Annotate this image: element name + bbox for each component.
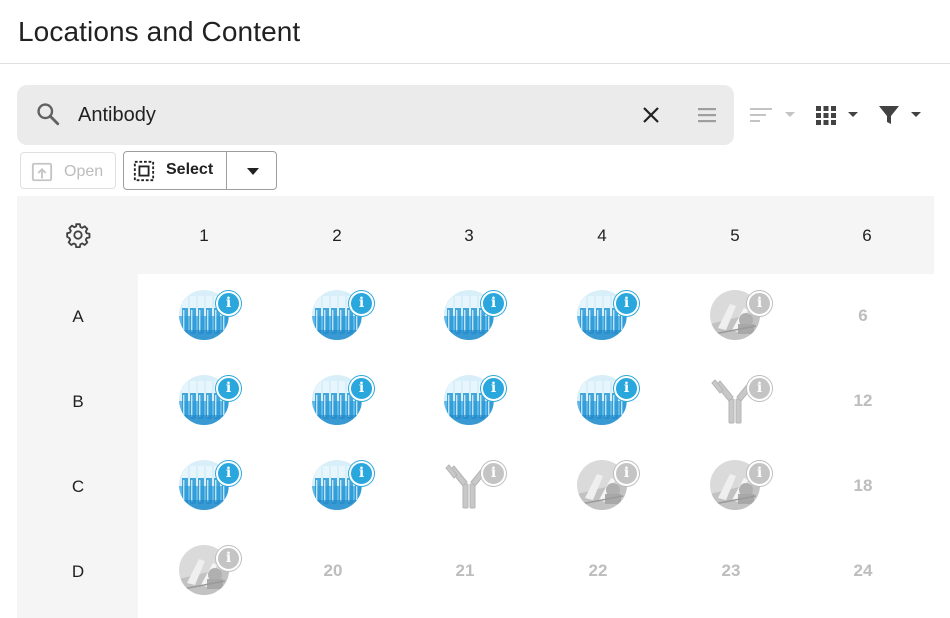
- info-icon[interactable]: i: [747, 291, 772, 316]
- grid-cell[interactable]: 24: [798, 529, 928, 613]
- column-label: 1: [199, 226, 209, 245]
- grid-cell[interactable]: i: [135, 274, 265, 358]
- grid-cell[interactable]: i: [268, 274, 398, 358]
- grid-cell[interactable]: i: [268, 444, 398, 528]
- page-title: Locations and Content: [18, 16, 301, 47]
- info-icon[interactable]: i: [481, 291, 506, 316]
- column-label: 4: [597, 226, 607, 245]
- grid-cell[interactable]: 6: [798, 274, 928, 358]
- grid-cell[interactable]: i: [533, 274, 663, 358]
- select-all-icon: [133, 160, 155, 182]
- close-icon[interactable]: [639, 103, 663, 127]
- info-icon[interactable]: i: [349, 376, 374, 401]
- chevron-down-icon: [785, 112, 795, 117]
- grid-cell[interactable]: 12: [798, 359, 928, 443]
- info-icon[interactable]: i: [614, 461, 639, 486]
- column-label: 2: [332, 226, 342, 245]
- grid-cell[interactable]: 20: [268, 529, 398, 613]
- select-split-button: Select: [123, 151, 277, 190]
- search-icon: [37, 103, 60, 126]
- open-label: Open: [64, 163, 104, 180]
- filter-button[interactable]: [877, 99, 925, 131]
- grid-view-icon: [816, 106, 836, 125]
- info-icon[interactable]: i: [349, 461, 374, 486]
- empty-position-number: 23: [721, 561, 741, 580]
- row-label: A: [72, 307, 84, 326]
- grid-cell[interactable]: i: [666, 359, 796, 443]
- open-button[interactable]: Open: [20, 152, 116, 189]
- grid-cell[interactable]: i: [400, 274, 530, 358]
- info-icon[interactable]: i: [481, 461, 506, 486]
- column-label: 3: [464, 226, 474, 245]
- empty-position-number: 18: [853, 476, 873, 495]
- grid-cell[interactable]: i: [666, 274, 796, 358]
- grid-cell[interactable]: i: [135, 359, 265, 443]
- sort-icon: [750, 108, 772, 122]
- info-icon[interactable]: i: [747, 461, 772, 486]
- select-label: Select: [166, 161, 214, 178]
- info-icon[interactable]: i: [481, 376, 506, 401]
- info-icon[interactable]: i: [747, 376, 772, 401]
- info-icon[interactable]: i: [216, 546, 241, 571]
- info-icon[interactable]: i: [349, 291, 374, 316]
- select-button[interactable]: Select: [124, 152, 227, 189]
- filter-icon: [879, 106, 899, 124]
- grid-cell[interactable]: i: [400, 444, 530, 528]
- page-header: Locations and Content: [0, 0, 950, 64]
- sort-button[interactable]: [748, 99, 798, 131]
- info-icon[interactable]: i: [216, 461, 241, 486]
- gear-icon[interactable]: [65, 222, 91, 248]
- search-input[interactable]: [78, 101, 618, 129]
- grid-cell[interactable]: i: [268, 359, 398, 443]
- column-label: 5: [730, 226, 740, 245]
- grid-cell[interactable]: 18: [798, 444, 928, 528]
- info-icon[interactable]: i: [216, 376, 241, 401]
- view-mode-button[interactable]: [814, 99, 862, 131]
- empty-position-number: 12: [853, 391, 873, 410]
- empty-position-number: 6: [858, 306, 868, 325]
- chevron-down-icon: [848, 112, 858, 117]
- open-icon: [31, 162, 53, 182]
- grid-cell[interactable]: i: [135, 529, 265, 613]
- row-label: D: [71, 562, 85, 581]
- row-label: C: [71, 477, 85, 496]
- info-icon[interactable]: i: [216, 291, 241, 316]
- grid-cell[interactable]: i: [666, 444, 796, 528]
- empty-position-number: 22: [588, 561, 608, 580]
- grid-cell[interactable]: i: [533, 444, 663, 528]
- grid-cell[interactable]: 22: [533, 529, 663, 613]
- chevron-down-icon: [247, 168, 259, 175]
- row-label: B: [72, 392, 84, 411]
- info-icon[interactable]: i: [614, 376, 639, 401]
- grid-cell[interactable]: i: [135, 444, 265, 528]
- empty-position-number: 21: [455, 561, 475, 580]
- grid-cell[interactable]: i: [533, 359, 663, 443]
- empty-position-number: 20: [323, 561, 343, 580]
- chevron-down-icon: [911, 112, 921, 117]
- info-icon[interactable]: i: [614, 291, 639, 316]
- empty-position-number: 24: [853, 561, 873, 580]
- grid-cell[interactable]: i: [400, 359, 530, 443]
- grid-cell[interactable]: 23: [666, 529, 796, 613]
- grid-cell[interactable]: 21: [400, 529, 530, 613]
- select-dropdown-button[interactable]: [227, 152, 277, 189]
- column-label: 6: [862, 226, 872, 245]
- menu-icon[interactable]: [695, 103, 719, 127]
